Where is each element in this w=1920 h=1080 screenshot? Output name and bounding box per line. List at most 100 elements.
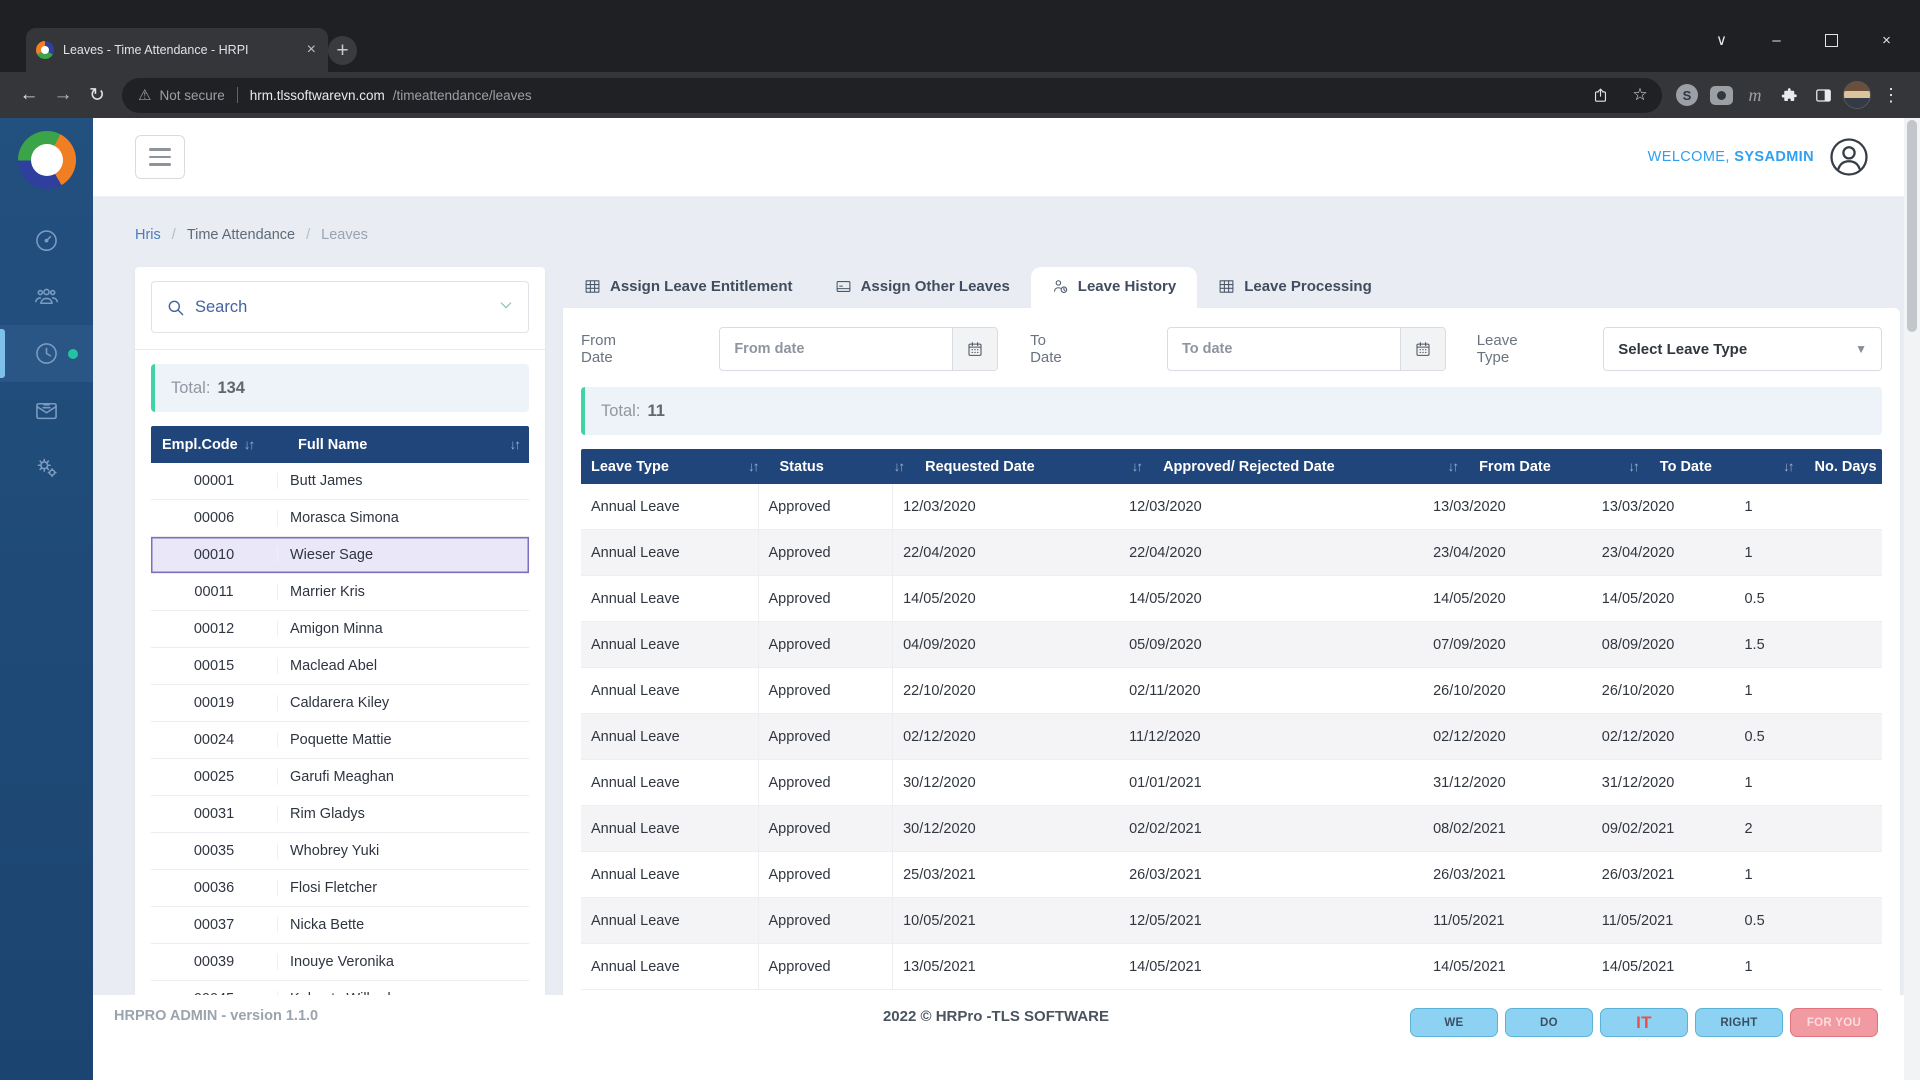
not-secure-warning-icon[interactable]: ⚠	[138, 86, 151, 104]
sort-icon[interactable]: ↓↑	[1132, 459, 1142, 474]
sidebar-item-time-attendance[interactable]	[0, 325, 93, 382]
browser-tab[interactable]: Leaves - Time Attendance - HRPI ×	[26, 28, 328, 72]
employee-code: 00039	[151, 954, 278, 970]
employee-name: Marrier Kris	[278, 584, 365, 600]
tab-close-icon[interactable]: ×	[305, 40, 318, 60]
sort-icon[interactable]: ↓↑	[748, 459, 758, 474]
employee-row[interactable]: 00036 Flosi Fletcher	[151, 870, 529, 907]
employee-name: Garufi Meaghan	[278, 769, 394, 785]
sort-icon[interactable]: ↓↑	[510, 437, 520, 452]
back-button[interactable]: ←	[12, 78, 46, 112]
reload-button[interactable]: ↻	[80, 78, 114, 112]
from-date-cell: 02/12/2020	[1423, 729, 1592, 745]
forward-button[interactable]: →	[46, 78, 80, 112]
sort-icon[interactable]: ↓↑	[244, 437, 254, 452]
to-date-field	[1167, 327, 1446, 371]
window-menu-icon[interactable]: ∨	[1694, 22, 1749, 58]
to-date-cell: 13/03/2020	[1592, 499, 1735, 515]
window-close-icon[interactable]: ×	[1859, 22, 1914, 58]
tab-assign-other-leaves[interactable]: Assign Other Leaves	[814, 267, 1031, 308]
employee-row[interactable]: 00031 Rim Gladys	[151, 796, 529, 833]
leave-column-header[interactable]: Leave Type↓↑	[581, 459, 770, 475]
employee-row[interactable]: 00010 Wieser Sage	[151, 537, 529, 574]
leave-total-bar: Total:11	[581, 387, 1882, 435]
sort-icon[interactable]: ↓↑	[894, 459, 904, 474]
from-date-cell: 26/10/2020	[1423, 683, 1592, 699]
approved-rejected-date-cell: 05/09/2020	[1119, 637, 1423, 653]
tab-leave-processing[interactable]: Leave Processing	[1197, 267, 1393, 308]
sidebar-item-dashboard[interactable]	[0, 211, 93, 268]
approved-rejected-date-cell: 11/12/2020	[1119, 729, 1423, 745]
window-minimize-icon[interactable]: –	[1749, 22, 1804, 58]
scrollbar-thumb[interactable]	[1907, 120, 1917, 332]
browser-menu-icon[interactable]: ⋮	[1874, 78, 1908, 112]
share-icon[interactable]	[1584, 79, 1616, 111]
employee-row[interactable]: 00025 Garufi Meaghan	[151, 759, 529, 796]
side-panel-icon[interactable]	[1806, 78, 1840, 112]
calendar-icon	[966, 340, 984, 358]
employee-row[interactable]: 00012 Amigon Minna	[151, 611, 529, 648]
sidebar-item-employees[interactable]	[0, 268, 93, 325]
new-tab-button[interactable]: +	[328, 36, 357, 65]
no-days-cell: 1	[1734, 683, 1895, 699]
breadcrumb-item[interactable]: Hris	[135, 227, 161, 243]
employee-name: Caldarera Kiley	[278, 695, 389, 711]
from-date-calendar-button[interactable]	[952, 328, 997, 370]
chevron-down-icon[interactable]	[498, 297, 514, 318]
employee-row[interactable]: 00037 Nicka Bette	[151, 907, 529, 944]
page-scrollbar[interactable]	[1904, 118, 1920, 1080]
employee-row[interactable]: 00019 Caldarera Kiley	[151, 685, 529, 722]
employee-row[interactable]: 00015 Maclead Abel	[151, 648, 529, 685]
skype-extension-icon[interactable]: S	[1670, 78, 1704, 112]
leave-column-header[interactable]: To Date↓↑	[1650, 459, 1805, 475]
no-days-cell: 2	[1734, 821, 1895, 837]
sort-icon[interactable]: ↓↑	[1783, 459, 1793, 474]
to-date-input[interactable]	[1168, 328, 1400, 370]
leave-column-header[interactable]: Requested Date↓↑	[915, 459, 1153, 475]
from-date-cell: 07/09/2020	[1423, 637, 1592, 653]
sidebar-item-settings[interactable]	[0, 439, 93, 496]
leave-column-header[interactable]: No. Days↓↑	[1804, 459, 1920, 475]
employee-row[interactable]: 00001 Butt James	[151, 463, 529, 500]
footer-badge: RIGHT	[1695, 1008, 1783, 1037]
employee-search-input[interactable]: Search	[151, 281, 529, 333]
m-extension-icon[interactable]: m	[1738, 78, 1772, 112]
leave-tabs: Assign Leave Entitlement Assign Other Le…	[563, 267, 1900, 308]
extensions-puzzle-icon[interactable]	[1772, 78, 1806, 112]
employee-row[interactable]: 00006 Morasca Simona	[151, 500, 529, 537]
profile-avatar[interactable]	[1840, 78, 1874, 112]
to-date-calendar-button[interactable]	[1400, 328, 1445, 370]
breadcrumb: Hris Time Attendance Leaves	[135, 197, 1900, 267]
window-maximize-icon[interactable]	[1804, 22, 1859, 58]
menu-toggle-button[interactable]	[135, 135, 185, 179]
leave-type-select[interactable]: Select Leave Type ▼	[1603, 327, 1882, 371]
footer-copyright: 2022 © HRPro -TLS SOFTWARE	[696, 1008, 1296, 1025]
sort-icon[interactable]: ↓↑	[1628, 459, 1638, 474]
employee-name-column-header[interactable]: Full Name↓↑	[288, 437, 529, 453]
tab-leave-history[interactable]: Leave History	[1031, 267, 1197, 308]
employee-row[interactable]: 00039 Inouye Veronika	[151, 944, 529, 981]
hrpro-logo[interactable]	[18, 131, 76, 189]
leave-table-header: Leave Type↓↑ Status↓↑	[581, 449, 1882, 484]
breadcrumb-item[interactable]: Leaves	[321, 227, 368, 243]
employee-row[interactable]: 00011 Marrier Kris	[151, 574, 529, 611]
status-cell: Approved	[759, 622, 894, 667]
tab-assign-leave-entitlement[interactable]: Assign Leave Entitlement	[563, 267, 814, 308]
bookmark-star-icon[interactable]: ☆	[1624, 79, 1656, 111]
sort-icon[interactable]: ↓↑	[1448, 459, 1458, 474]
employee-name: Poquette Mattie	[278, 732, 392, 748]
employee-row[interactable]: 00024 Poquette Mattie	[151, 722, 529, 759]
from-date-input[interactable]	[720, 328, 952, 370]
employee-code: 00011	[151, 584, 278, 600]
employee-row[interactable]: 00035 Whobrey Yuki	[151, 833, 529, 870]
camera-extension-icon[interactable]	[1704, 78, 1738, 112]
employee-code-column-header[interactable]: Empl.Code↓↑	[151, 437, 288, 453]
leave-column-header[interactable]: Status↓↑	[770, 459, 916, 475]
user-profile-icon[interactable]	[1828, 136, 1870, 178]
leave-column-header[interactable]: Approved/ Rejected Date↓↑	[1153, 459, 1469, 475]
breadcrumb-item[interactable]: Time Attendance	[187, 227, 295, 243]
sidebar-item-requests[interactable]	[0, 382, 93, 439]
requested-date-cell: 22/04/2020	[893, 545, 1119, 561]
address-bar[interactable]: ⚠ Not secure hrm.tlssoftwarevn.com/timea…	[122, 78, 1662, 113]
leave-column-header[interactable]: From Date↓↑	[1469, 459, 1650, 475]
